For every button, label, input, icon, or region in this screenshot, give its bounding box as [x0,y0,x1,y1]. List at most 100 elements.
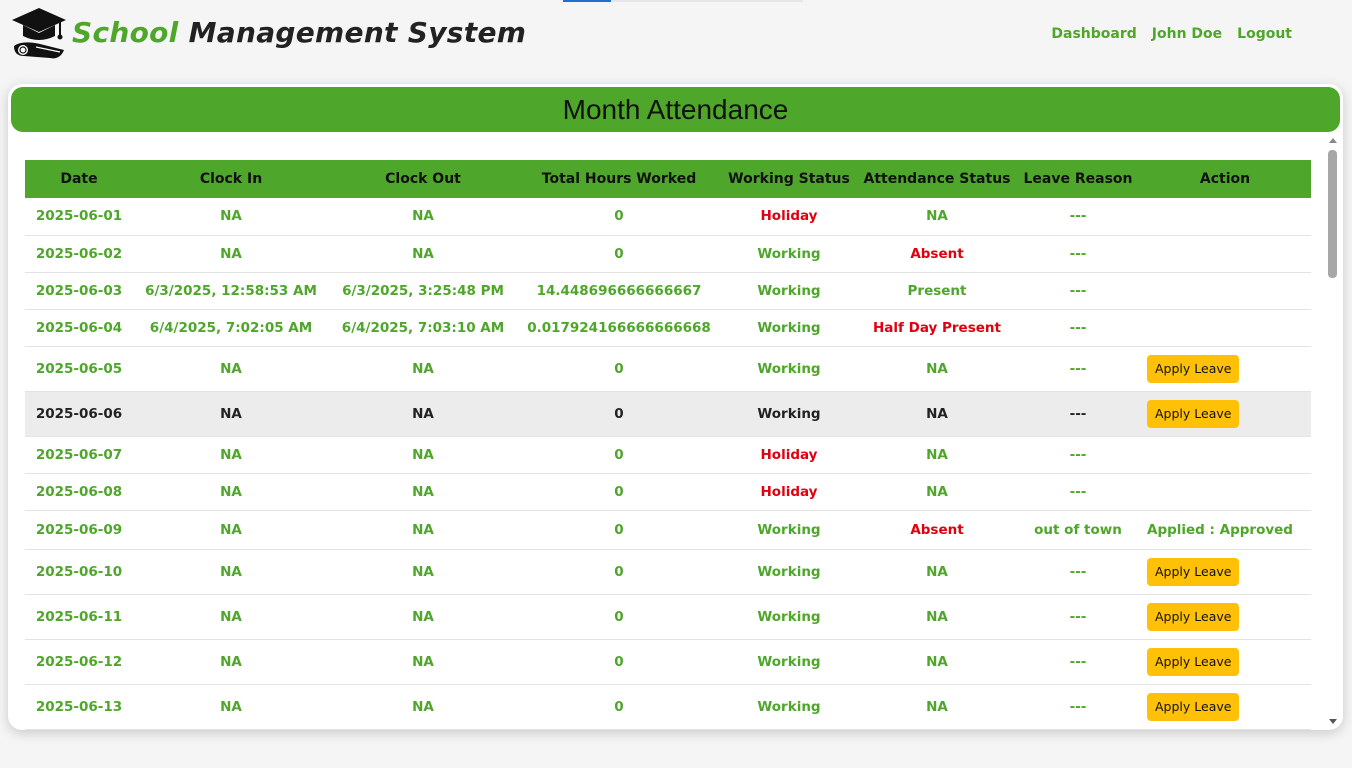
cell-working-status: Working [721,549,857,595]
cell-clock-in: NA [133,473,329,511]
column-header-date: Date [60,171,98,187]
scroll-down-arrow-icon[interactable] [1329,719,1337,724]
cell-date: 2025-06-10 [25,549,133,595]
apply-leave-button[interactable]: Apply Leave [1147,647,1240,676]
cell-action: Applied : Approved [1139,510,1311,550]
cell-attendance-status: Half Day Present [857,309,1017,347]
cell-clock-in: NA [133,235,329,273]
cell-total-hours: 0 [517,594,721,640]
cell-clock-in: NA [133,639,329,685]
nav-dashboard-link[interactable]: Dashboard [1051,26,1136,42]
cell-date: 2025-06-04 [25,309,133,347]
cell-total-hours: 0 [517,235,721,273]
cell-total-hours: 0 [517,473,721,511]
cell-action: Apply Leave [1139,594,1311,640]
cell-action [1139,272,1311,310]
cell-clock-out: 6/3/2025, 3:25:48 PM [329,272,517,310]
nav-logout-link[interactable]: Logout [1237,26,1292,42]
graduation-cap-diploma-icon [12,8,66,59]
cell-clock-in: NA [133,549,329,595]
apply-leave-button[interactable]: Apply Leave [1147,692,1240,721]
cell-clock-in: NA [133,198,329,236]
cell-working-status: Working [721,594,857,640]
cell-attendance-status: NA [857,549,1017,595]
cell-total-hours: 0 [517,346,721,392]
cell-attendance-status: Absent [857,235,1017,273]
cell-leave-reason: --- [1017,309,1139,347]
cell-date: 2025-06-12 [25,639,133,685]
table-row: 2025-06-12 NA NA 0 Working NA --- Apply Leave [25,639,1311,685]
cell-clock-in: NA [133,594,329,640]
cell-working-status: Holiday [721,473,857,511]
cell-clock-in: NA [133,684,329,730]
cell-leave-reason: --- [1017,272,1139,310]
table-row: 2025-06-07 NA NA 0 Holiday NA --- [25,436,1311,474]
cell-clock-out: NA [329,235,517,273]
cell-clock-out: 6/4/2025, 7:03:10 AM [329,309,517,347]
scrollbar-thumb[interactable] [1328,150,1337,278]
cell-action [1139,198,1311,236]
cell-action: Apply Leave [1139,346,1311,392]
cell-total-hours: 0 [517,639,721,685]
nav-user-link[interactable]: John Doe [1152,26,1222,42]
cell-clock-out: NA [329,473,517,511]
cell-clock-in: NA [133,346,329,392]
cell-working-status: Working [721,272,857,310]
vertical-scrollbar[interactable] [1326,138,1340,724]
cell-attendance-status: NA [857,639,1017,685]
cell-clock-out: NA [329,346,517,392]
cell-clock-in: NA [133,510,329,550]
cell-attendance-status: NA [857,346,1017,392]
cell-total-hours: 0 [517,684,721,730]
table-row: 2025-06-04 6/4/2025, 7:02:05 AM 6/4/2025, … [25,309,1311,347]
cell-working-status: Working [721,510,857,550]
column-header-clock-in: Clock In [199,171,263,187]
site-header: School Management System Dashboard John D… [0,0,1352,72]
apply-leave-button[interactable]: Apply Leave [1147,354,1240,383]
cell-working-status: Working [721,391,857,437]
apply-leave-button[interactable]: Apply Leave [1147,399,1240,428]
column-header-working-status: Working Status [728,171,850,187]
apply-leave-button[interactable]: Apply Leave [1147,557,1240,586]
cell-attendance-status: Present [857,272,1017,310]
cell-date: 2025-06-13 [25,684,133,730]
cell-attendance-status: NA [857,473,1017,511]
table-row: 2025-06-01 NA NA 0 Holiday NA --- [25,198,1311,236]
table-row: 2025-06-10 NA NA 0 Working NA --- Apply Leave [25,549,1311,595]
cell-total-hours: 0 [517,436,721,474]
cell-date: 2025-06-05 [25,346,133,392]
attendance-card: Month Attendance Date Clock In Clock Out To… [8,84,1343,730]
cell-working-status: Working [721,639,857,685]
table-header-row: Date Clock In Clock Out Total Hours Worked W… [25,160,1311,198]
cell-date: 2025-06-09 [25,510,133,550]
cell-attendance-status: Absent [857,510,1017,550]
cell-total-hours: 14.448696666666667 [517,272,721,310]
cell-date: 2025-06-07 [25,436,133,474]
cell-clock-out: NA [329,639,517,685]
cell-working-status: Holiday [721,436,857,474]
table-row: 2025-06-05 NA NA 0 Working NA --- Apply Leave [25,346,1311,392]
leave-status-text: Applied : Approved [1147,521,1293,538]
cell-working-status: Working [721,235,857,273]
cell-leave-reason: out of town [1017,510,1139,550]
table-row: 2025-06-02 NA NA 0 Working Absent --- [25,235,1311,273]
cell-clock-out: NA [329,684,517,730]
table-row: 2025-06-08 NA NA 0 Holiday NA --- [25,473,1311,511]
cell-leave-reason: --- [1017,594,1139,640]
cell-attendance-status: NA [857,594,1017,640]
cell-working-status: Working [721,684,857,730]
cell-clock-out: NA [329,594,517,640]
scroll-up-arrow-icon[interactable] [1329,138,1337,143]
cell-clock-out: NA [329,391,517,437]
table-row: 2025-06-09 NA NA 0 Working Absent out of town A… [25,510,1311,550]
attendance-table-container[interactable]: Date Clock In Clock Out Total Hours Worked W… [25,160,1311,730]
cell-leave-reason: --- [1017,346,1139,392]
cell-date: 2025-06-01 [25,198,133,236]
cell-attendance-status: NA [857,684,1017,730]
cell-clock-in: NA [133,436,329,474]
cell-action [1139,235,1311,273]
cell-leave-reason: --- [1017,684,1139,730]
table-row: 2025-06-03 6/3/2025, 12:58:53 AM 6/3/2025,… [25,272,1311,310]
apply-leave-button[interactable]: Apply Leave [1147,602,1240,631]
cell-leave-reason: --- [1017,473,1139,511]
